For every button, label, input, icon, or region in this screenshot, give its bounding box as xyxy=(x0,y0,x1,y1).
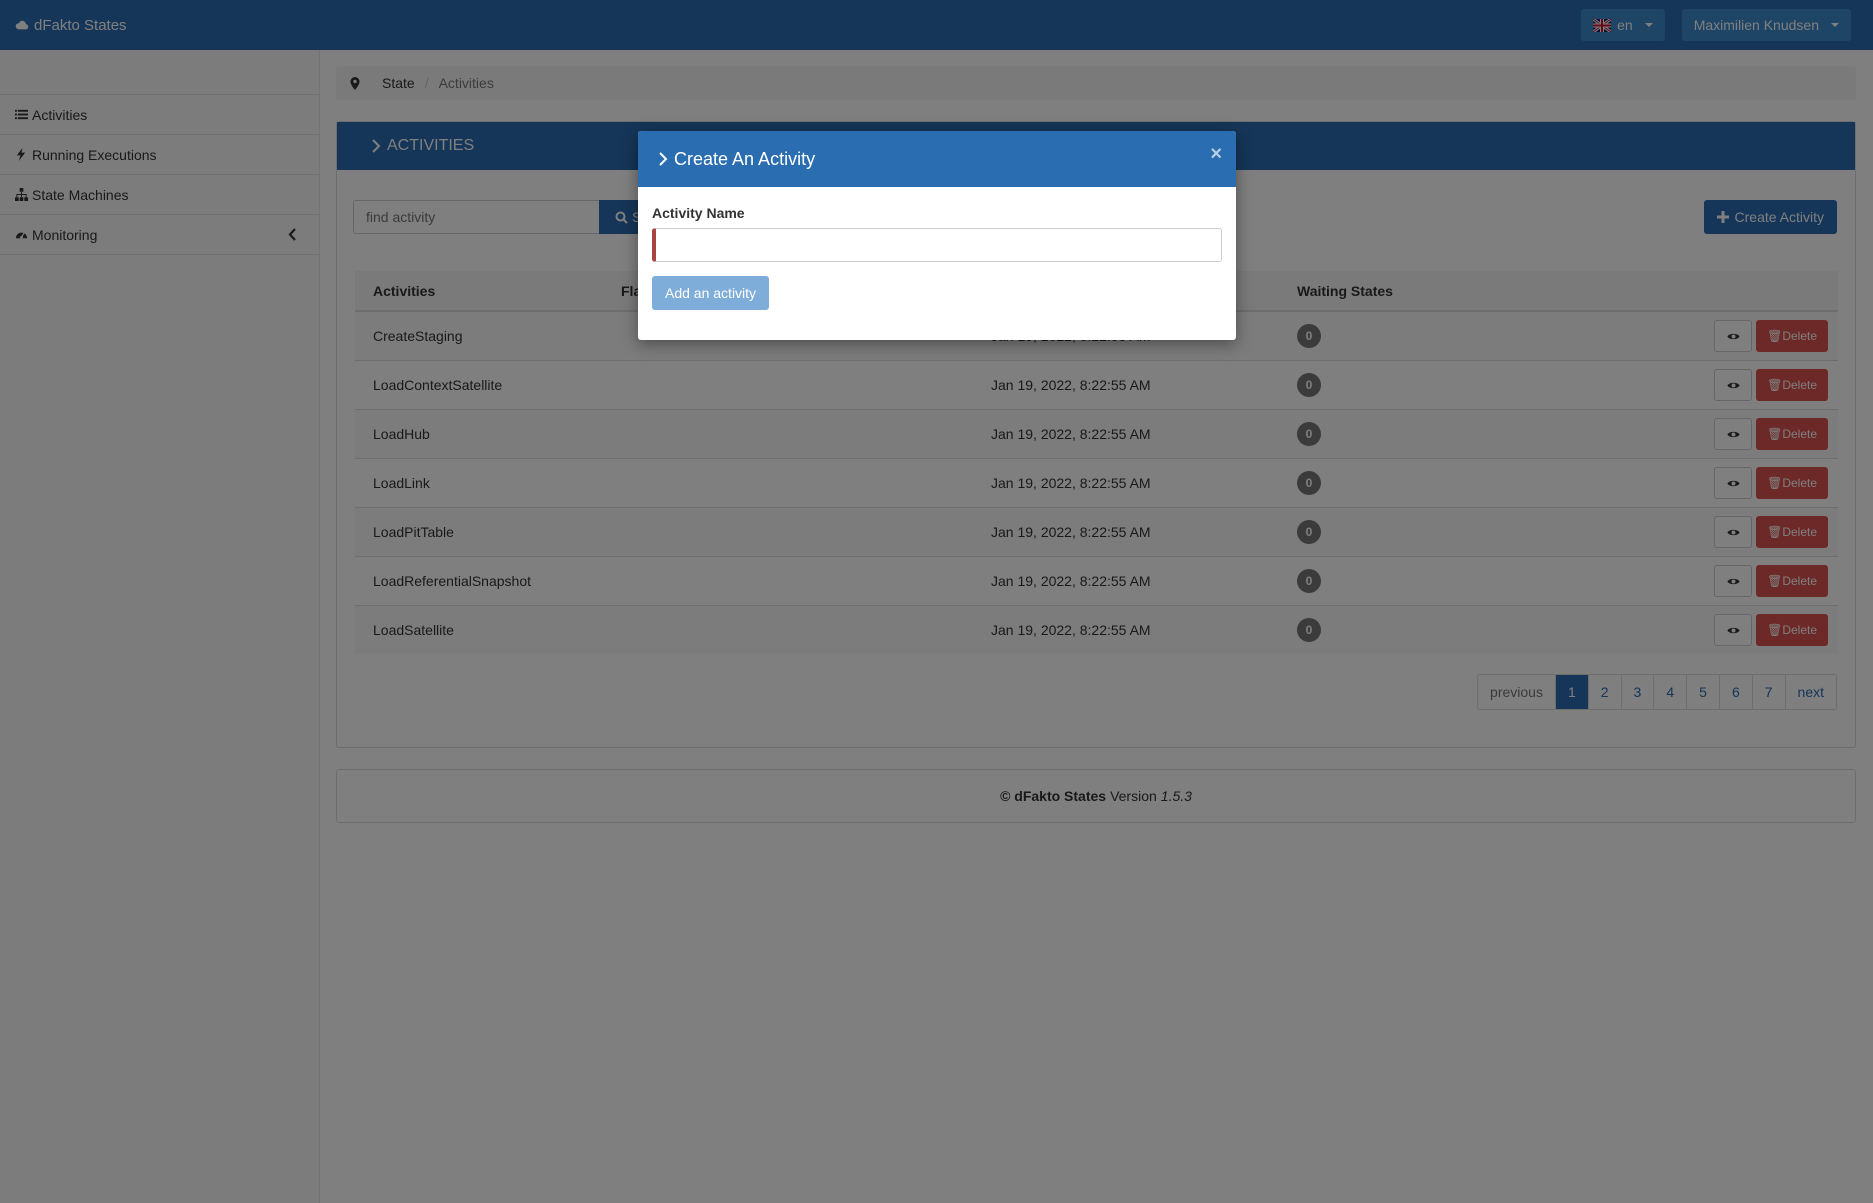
add-activity-button[interactable]: Add an activity xyxy=(652,276,770,310)
close-icon[interactable]: × xyxy=(1210,143,1222,166)
modal-title: Create An Activity xyxy=(674,148,816,169)
activity-name-label: Activity Name xyxy=(652,205,745,221)
activity-name-input[interactable] xyxy=(652,228,1222,262)
create-activity-modal: Create An Activity × Activity Name Add a… xyxy=(638,131,1236,340)
modal-header: Create An Activity × xyxy=(638,131,1236,187)
chevron-right-icon xyxy=(659,152,668,166)
modal-body: Activity Name Add an activity xyxy=(638,187,1236,328)
